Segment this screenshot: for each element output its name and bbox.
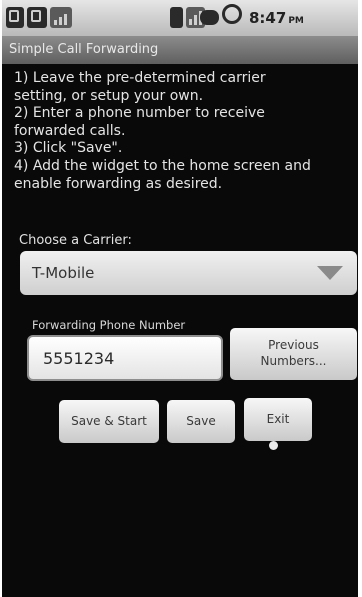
forwarding-number-label: Forwarding Phone Number: [32, 318, 186, 332]
alarm-clock-icon: [222, 4, 242, 24]
touch-pointer-icon: [269, 441, 278, 450]
carrier-selected-value: T-Mobile: [32, 264, 95, 282]
voicemail-icon: [200, 10, 219, 25]
carrier-label: Choose a Carrier:: [19, 233, 132, 248]
status-time: 8:47 PM: [249, 9, 304, 27]
exit-button[interactable]: Exit: [244, 398, 312, 441]
dropdown-arrow-icon: [317, 266, 343, 280]
previous-numbers-label-line1: Previous: [268, 338, 319, 352]
battery-icon: [170, 7, 183, 28]
phone-screen: 8:47 PM Simple Call Forwarding 1) Leave t…: [2, 0, 358, 597]
instruction-line: 2) Enter a phone number to receive: [14, 105, 265, 122]
instruction-line: enable forwarding as desired.: [14, 175, 223, 192]
save-and-start-button[interactable]: Save & Start: [59, 400, 159, 443]
forwarding-number-input[interactable]: 5551234: [27, 335, 223, 381]
save-button[interactable]: Save: [167, 400, 235, 443]
instruction-line: 3) Click "Save".: [14, 140, 123, 157]
usb-icon: [6, 7, 24, 28]
signal-strength-icon: [50, 7, 72, 28]
previous-numbers-button[interactable]: Previous Numbers...: [230, 328, 357, 380]
instruction-line: 1) Leave the pre-determined carrier: [14, 70, 266, 86]
notification-icon: [27, 7, 47, 28]
status-bar: 8:47 PM: [2, 0, 358, 36]
instruction-line: 4) Add the widget to the home screen and: [14, 157, 311, 174]
app-title: Simple Call Forwarding: [2, 36, 358, 64]
carrier-dropdown[interactable]: T-Mobile: [20, 251, 357, 295]
instruction-line: setting, or setup your own.: [14, 87, 204, 104]
previous-numbers-label-line2: Numbers...: [260, 354, 327, 368]
instruction-line: forwarded calls.: [14, 122, 126, 139]
instructions-text: 1) Leave the pre-determined carrier sett…: [14, 70, 354, 193]
